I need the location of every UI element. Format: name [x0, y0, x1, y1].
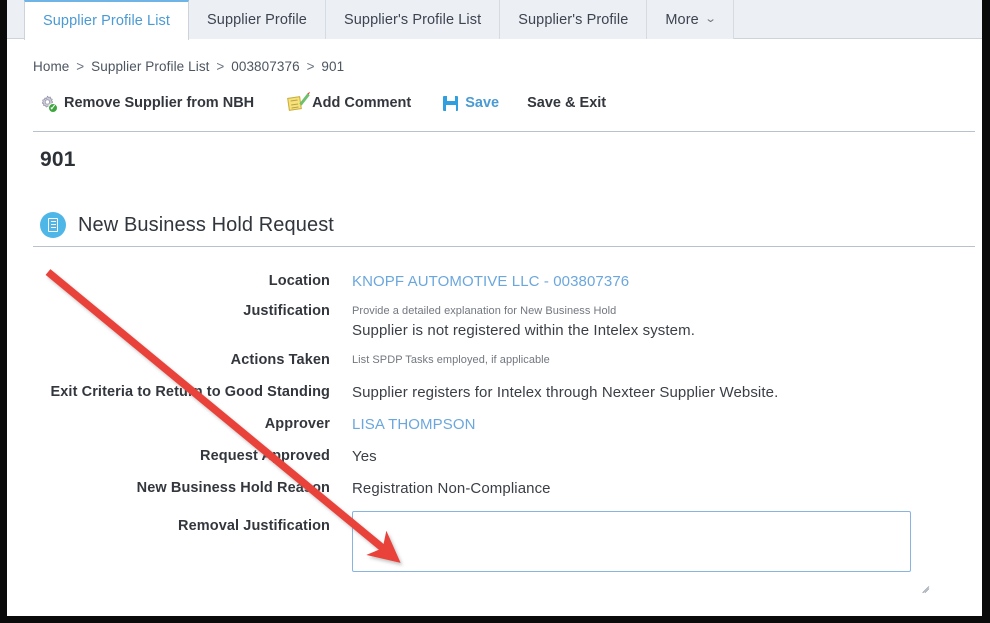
gear-check-icon: ✓	[40, 95, 58, 113]
green-check-badge: ✓	[48, 102, 58, 113]
field-row-approver: Approver LISA THOMPSON	[7, 415, 957, 434]
field-label-nbh-reason: New Business Hold Reason	[136, 480, 330, 496]
field-label-justification: Justification	[243, 303, 330, 319]
section-heading: New Business Hold Request	[40, 212, 334, 238]
save-and-exit-button[interactable]: Save & Exit	[527, 90, 606, 116]
pencil-shape	[299, 92, 310, 106]
field-value-nbh-reason: Registration Non-Compliance	[352, 480, 551, 497]
field-hint-justification: Provide a detailed explanation for New B…	[352, 305, 617, 317]
tab-label: More	[665, 11, 699, 28]
chevron-down-icon: ⌄	[704, 13, 717, 25]
field-row-removal-justification: Removal Justification	[7, 511, 957, 577]
field-row-exit-criteria: Exit Criteria to Return to Good Standing…	[7, 383, 957, 402]
field-label-request-approved: Request Approved	[200, 448, 330, 464]
tab-label: Supplier's Profile	[518, 11, 629, 28]
save-and-exit-label: Save & Exit	[527, 95, 607, 111]
field-row-location: Location KNOPF AUTOMOTIVE LLC - 00380737…	[7, 272, 957, 291]
remove-supplier-label: Remove Supplier from NBH	[64, 95, 255, 111]
section-title: New Business Hold Request	[78, 213, 334, 236]
tab-suppliers-profile-list[interactable]: Supplier's Profile List	[325, 0, 501, 39]
field-value-location[interactable]: KNOPF AUTOMOTIVE LLC - 003807376	[352, 272, 957, 291]
breadcrumb-item-supplier-number[interactable]: 003807376	[231, 59, 299, 74]
breadcrumb-separator: >	[76, 59, 85, 74]
field-row-request-approved: Request Approved Yes	[7, 447, 957, 466]
add-comment-label: Add Comment	[312, 95, 412, 111]
page-title: 901	[40, 148, 76, 171]
tab-label: Supplier's Profile List	[343, 11, 482, 28]
removal-justification-input[interactable]	[352, 511, 911, 572]
field-body-removal-justification	[352, 511, 911, 577]
new-business-hold-request-form: Location KNOPF AUTOMOTIVE LLC - 00380737…	[7, 272, 957, 590]
field-row-nbh-reason: New Business Hold Reason Registration No…	[7, 479, 957, 498]
breadcrumb-separator: >	[306, 59, 315, 74]
application-window: Supplier Profile List Supplier Profile S…	[0, 0, 990, 623]
tab-strip: Supplier Profile List Supplier Profile S…	[7, 0, 982, 40]
save-button[interactable]: Save	[443, 90, 499, 116]
field-label-removal-justification: Removal Justification	[178, 518, 330, 534]
field-row-justification: Justification Provide a detailed explana…	[7, 304, 957, 340]
field-body-justification: Provide a detailed explanation for New B…	[352, 304, 695, 340]
field-value-exit-criteria: Supplier registers for Intelex through N…	[352, 384, 779, 401]
field-value-request-approved: Yes	[352, 448, 377, 465]
field-value-justification: Supplier is not registered within the In…	[352, 322, 695, 339]
field-label-actions-taken: Actions Taken	[230, 352, 330, 368]
tab-suppliers-profile[interactable]: Supplier's Profile	[500, 0, 648, 39]
breadcrumb: Home > Supplier Profile List > 003807376…	[33, 59, 344, 74]
remove-supplier-from-nbh-button[interactable]: ✓ Remove Supplier from NBH	[40, 90, 254, 116]
document-circle-icon	[40, 212, 66, 238]
tab-label: Supplier Profile	[207, 11, 307, 28]
field-row-actions-taken: Actions Taken List SPDP Tasks employed, …	[7, 353, 957, 370]
breadcrumb-item-record[interactable]: 901	[321, 59, 344, 74]
field-label-approver: Approver	[264, 416, 330, 432]
tab-supplier-profile-list[interactable]: Supplier Profile List	[24, 0, 190, 40]
field-hint-actions-taken: List SPDP Tasks employed, if applicable	[352, 354, 550, 366]
breadcrumb-item-home[interactable]: Home	[33, 59, 69, 74]
floppy-disk-icon	[443, 95, 459, 111]
tab-label: Supplier Profile List	[43, 12, 171, 29]
field-value-approver[interactable]: LISA THOMPSON	[352, 415, 957, 434]
tab-bar: Supplier Profile List Supplier Profile S…	[7, 0, 982, 40]
breadcrumb-separator: >	[216, 59, 225, 74]
save-label: Save	[465, 95, 500, 111]
toolbar-divider	[33, 131, 975, 132]
add-comment-button[interactable]: Add Comment	[287, 90, 412, 116]
field-label-exit-criteria: Exit Criteria to Return to Good Standing	[50, 384, 330, 400]
tab-supplier-profile[interactable]: Supplier Profile	[189, 0, 326, 39]
breadcrumb-item-supplier-profile-list[interactable]: Supplier Profile List	[91, 59, 209, 74]
section-divider	[33, 246, 975, 247]
tab-more[interactable]: More ⌄	[647, 0, 735, 39]
action-toolbar: ✓ Remove Supplier from NBH Add Comment S…	[40, 90, 606, 116]
document-sheet-shape	[48, 218, 58, 232]
field-label-location: Location	[268, 273, 330, 289]
note-pencil-icon	[287, 92, 310, 112]
field-body-actions-taken: List SPDP Tasks employed, if applicable	[352, 353, 550, 370]
